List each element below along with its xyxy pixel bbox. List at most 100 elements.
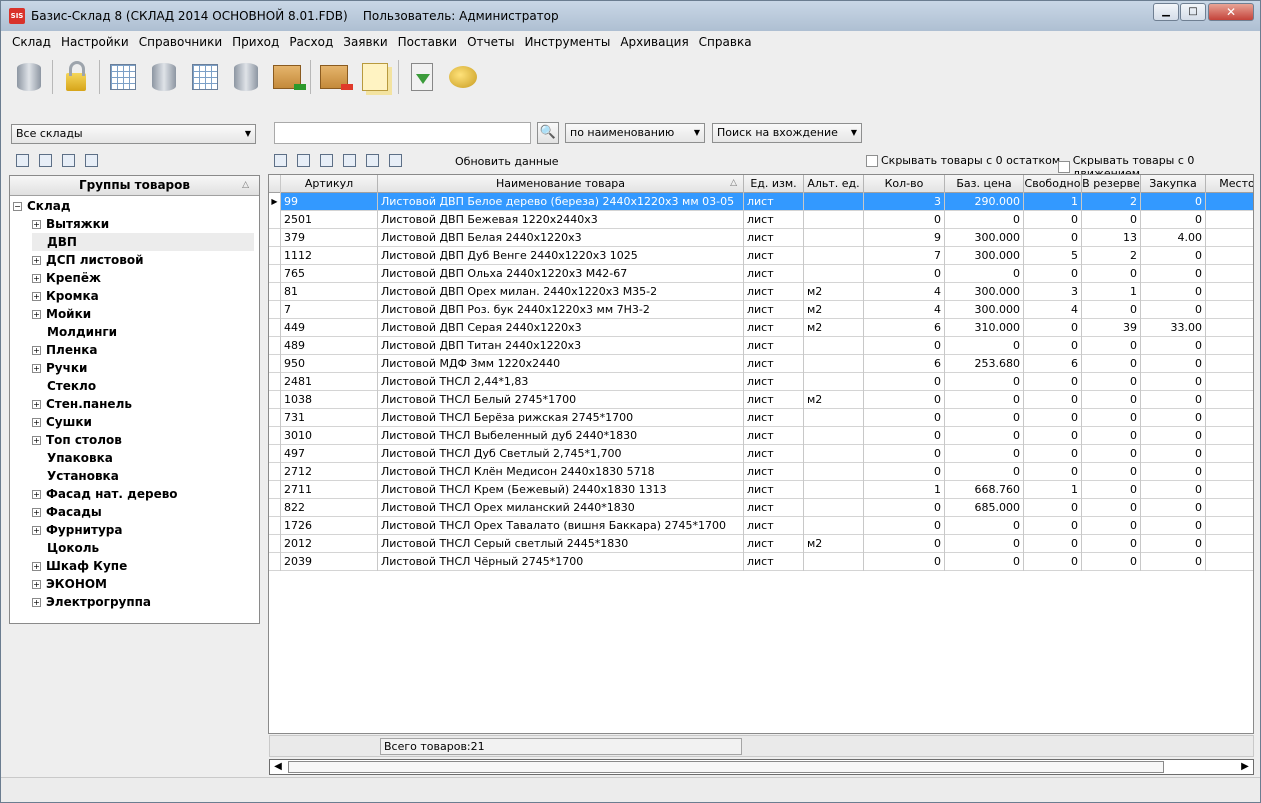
column-header[interactable]: В резерве xyxy=(1082,175,1141,193)
table-cell[interactable]: лист xyxy=(744,427,804,445)
table-cell[interactable] xyxy=(1206,445,1253,463)
table-cell[interactable] xyxy=(804,337,864,355)
table-cell[interactable]: Листовой ДВП Роз. бук 2440х1220х3 мм 7Н3… xyxy=(378,301,744,319)
column-header[interactable]: Артикул xyxy=(281,175,378,193)
table-cell[interactable]: 0 xyxy=(1024,373,1082,391)
hide-zero-stock-checkbox[interactable]: Скрывать товары с 0 остатком xyxy=(866,154,1060,167)
table-cell[interactable]: Листовой ДВП Титан 2440х1220х3 xyxy=(378,337,744,355)
table-cell[interactable]: м2 xyxy=(804,535,864,553)
table-cell[interactable]: 0 xyxy=(1141,517,1206,535)
table-cell[interactable]: 0 xyxy=(864,553,945,571)
table-cell[interactable]: 950 xyxy=(281,355,378,373)
table-cell[interactable]: 731 xyxy=(281,409,378,427)
table-row[interactable]: 1038 Листовой ТНСЛ Белый 2745*1700 лист м2 0… xyxy=(269,391,1253,409)
collapse-icon[interactable]: − xyxy=(13,202,22,211)
table-cell[interactable]: 0 xyxy=(864,499,945,517)
move-group-icon[interactable] xyxy=(82,151,100,169)
table-cell[interactable]: Листовой ДВП Дуб Венге 2440х1220х3 1025 xyxy=(378,247,744,265)
table-row[interactable]: 822 Листовой ТНСЛ Орех миланский 2440*183… xyxy=(269,499,1253,517)
menu-item[interactable]: Расход xyxy=(284,33,338,51)
menu-item[interactable]: Поставки xyxy=(393,33,462,51)
table-cell[interactable]: м2 xyxy=(804,391,864,409)
table-cell[interactable]: 0 xyxy=(945,517,1024,535)
table-row[interactable]: 765 Листовой ДВП Ольха 2440х1220х3 М42-67… xyxy=(269,265,1253,283)
tree-node[interactable]: + Мойки xyxy=(32,305,254,323)
table-cell[interactable]: лист xyxy=(744,211,804,229)
column-header[interactable]: Ед. изм. xyxy=(744,175,804,193)
table-cell[interactable] xyxy=(1206,337,1253,355)
table-cell[interactable]: 0 xyxy=(1082,535,1141,553)
table-cell[interactable]: Листовой ТНСЛ Клён Медисон 2440х1830 571… xyxy=(378,463,744,481)
table-cell[interactable]: Листовой ТНСЛ Орех Тавалато (вишня Бакка… xyxy=(378,517,744,535)
table-cell[interactable]: 0 xyxy=(945,445,1024,463)
table-cell[interactable]: 0 xyxy=(1082,517,1141,535)
table-cell[interactable]: лист xyxy=(744,535,804,553)
table-cell[interactable] xyxy=(1206,301,1253,319)
table-cell[interactable] xyxy=(804,463,864,481)
table-cell[interactable]: лист xyxy=(744,319,804,337)
table-row[interactable]: 497 Листовой ТНСЛ Дуб Светлый 2,745*1,700… xyxy=(269,445,1253,463)
table-cell[interactable]: Листовой ДВП Бежевая 1220х2440х3 xyxy=(378,211,744,229)
table-cell[interactable] xyxy=(804,499,864,517)
table-cell[interactable]: 0 xyxy=(1024,517,1082,535)
table-cell[interactable]: 0 xyxy=(1024,553,1082,571)
table-cell[interactable]: 1 xyxy=(1024,193,1082,211)
expand-icon[interactable]: + xyxy=(32,490,41,499)
table-cell[interactable]: 1038 xyxy=(281,391,378,409)
table-cell[interactable]: Листовой ТНСЛ Серый светлый 2445*1830 xyxy=(378,535,744,553)
expand-icon[interactable]: + xyxy=(32,346,41,355)
expand-icon[interactable]: + xyxy=(32,310,41,319)
table-cell[interactable] xyxy=(1206,553,1253,571)
table-cell[interactable] xyxy=(804,517,864,535)
table-cell[interactable]: 0 xyxy=(1141,409,1206,427)
table-cell[interactable]: 0 xyxy=(864,463,945,481)
expand-icon[interactable]: + xyxy=(32,436,41,445)
table-cell[interactable]: 290.000 xyxy=(945,193,1024,211)
table-cell[interactable]: 33.00 xyxy=(1141,319,1206,337)
table-cell[interactable]: 0 xyxy=(1141,337,1206,355)
tree-node[interactable]: + Пленка xyxy=(32,341,254,359)
table-cell[interactable]: Листовой ДВП Орех милан. 2440х1220х3 М35… xyxy=(378,283,744,301)
table-cell[interactable] xyxy=(1206,319,1253,337)
expand-icon[interactable]: + xyxy=(32,526,41,535)
tree-node[interactable]: Стекло xyxy=(32,377,254,395)
table-cell[interactable]: 0 xyxy=(1024,499,1082,517)
tree-node[interactable]: + Кромка xyxy=(32,287,254,305)
table-cell[interactable]: лист xyxy=(744,355,804,373)
menu-item[interactable]: Инструменты xyxy=(519,33,615,51)
table-cell[interactable]: Листовой ДВП Белая 2440х1220х3 xyxy=(378,229,744,247)
table-cell[interactable]: 0 xyxy=(1141,247,1206,265)
tree-node[interactable]: + Электрогруппа xyxy=(32,593,254,611)
horizontal-scrollbar[interactable]: ◀ ▶ xyxy=(269,759,1254,775)
table-cell[interactable]: Листовой ТНСЛ Орех миланский 2440*1830 xyxy=(378,499,744,517)
table-cell[interactable] xyxy=(1206,481,1253,499)
barcode-icon[interactable] xyxy=(386,151,404,169)
table-cell[interactable]: лист xyxy=(744,481,804,499)
menu-item[interactable]: Отчеты xyxy=(462,33,519,51)
table-cell[interactable]: 489 xyxy=(281,337,378,355)
refresh-data-button[interactable]: Обновить данные xyxy=(455,155,559,168)
outgoing-box-icon[interactable] xyxy=(316,59,353,95)
table-cell[interactable]: 0 xyxy=(864,409,945,427)
table-cell[interactable]: 0 xyxy=(1141,193,1206,211)
table-cell[interactable]: Листовой ДВП Ольха 2440х1220х3 М42-67 xyxy=(378,265,744,283)
download-document-icon[interactable] xyxy=(404,59,440,95)
table-row[interactable]: 2711 Листовой ТНСЛ Крем (Бежевый) 2440х18… xyxy=(269,481,1253,499)
table-cell[interactable]: 0 xyxy=(1141,373,1206,391)
expand-icon[interactable]: + xyxy=(32,598,41,607)
table-cell[interactable] xyxy=(1206,229,1253,247)
column-header[interactable]: Кол-во xyxy=(864,175,945,193)
table-cell[interactable]: 2501 xyxy=(281,211,378,229)
table-cell[interactable]: 0 xyxy=(1082,337,1141,355)
table-cell[interactable]: 0 xyxy=(1141,481,1206,499)
table-cell[interactable]: 0 xyxy=(1141,535,1206,553)
tree-node[interactable]: + Стен.панель xyxy=(32,395,254,413)
table-cell[interactable]: 0 xyxy=(1141,283,1206,301)
table-cell[interactable]: 0 xyxy=(1082,265,1141,283)
table-cell[interactable]: 0 xyxy=(1082,553,1141,571)
table-row[interactable]: ▶ 99 Листовой ДВП Белое дерево (береза) 24… xyxy=(269,193,1253,211)
table-row[interactable]: 2481 Листовой ТНСЛ 2,44*1,83 лист 0 0 0 0 0 xyxy=(269,373,1253,391)
table-cell[interactable]: м2 xyxy=(804,319,864,337)
table-cell[interactable]: 0 xyxy=(864,535,945,553)
table-cell[interactable]: 99 xyxy=(281,193,378,211)
